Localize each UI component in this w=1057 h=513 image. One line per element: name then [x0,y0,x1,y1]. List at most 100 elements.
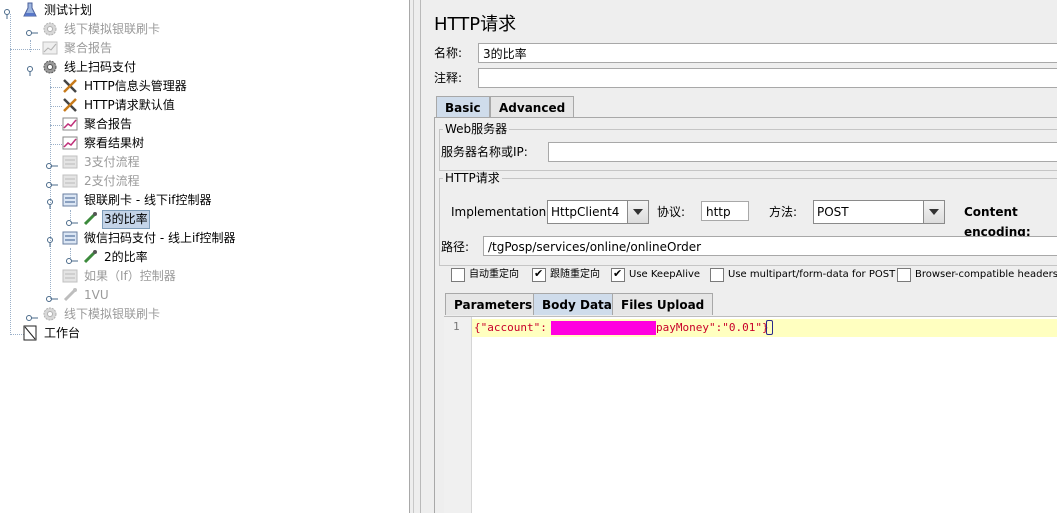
checkbox-box[interactable] [532,267,546,282]
collapse-handle-icon[interactable] [24,63,34,76]
tree-node-2-ratio[interactable]: 2的比率 [0,248,300,267]
expand-handle-icon[interactable] [26,25,38,36]
web-server-group-label: Web服务器 [443,122,510,136]
controller-icon [62,173,78,189]
protocol-field[interactable]: http [701,201,749,221]
test-plan-flask-icon [22,2,38,18]
tree-node-label: HTTP请求默认值 [84,98,175,112]
sampler-pipette-icon [82,211,98,227]
checkbox-label: 自动重定向 [469,269,519,280]
tree-node-http-header-manager[interactable]: HTTP信息头管理器 [0,77,300,96]
checkbox-label: 跟随重定向 [550,269,600,280]
tree-node-label: 测试计划 [44,3,93,17]
collapse-handle-icon[interactable] [44,196,54,209]
report-chart-icon [62,116,78,132]
sampler-pipette-icon [62,287,78,303]
controller-icon [62,192,78,208]
report-chart-icon [62,135,78,151]
tree-node-label: 聚合报告 [84,117,133,131]
wrench-tools-icon [62,78,78,94]
implementation-select[interactable]: HttpClient4 [547,200,649,224]
tab-parameters[interactable]: Parameters [445,293,542,315]
method-label: 方法: [769,205,798,219]
tree-node-2-pay-flow[interactable]: 2支付流程 [0,172,300,191]
tree-node-label: 3支付流程 [84,155,140,169]
expand-handle-icon[interactable] [4,6,14,19]
tree-node-label: 线下模拟银联刷卡 [64,22,161,36]
test-plan-tree[interactable]: 测试计划 线下模拟银联刷卡 聚合报告 线上扫码支付 HTTP信息头管理器 HTT… [0,0,410,513]
protocol-label: 协议: [657,205,686,219]
checkbox-label: Browser-compatible headers [915,269,1057,280]
tab-advanced[interactable]: Advanced [490,96,575,118]
code-text-end: payMoney":"0.01"} [656,321,769,334]
http-request-panel: HTTP请求 名称: 3的比率 注释: Basic Advanced Web服务… [420,0,1057,513]
tree-node-aggregate-report-disabled[interactable]: 聚合报告 [0,39,300,58]
implementation-label: Implementation: [451,205,551,219]
chevron-down-icon[interactable] [627,201,648,223]
checkbox-label: Use multipart/form-data for POST [728,269,896,280]
tab-basic[interactable]: Basic [436,96,490,118]
expand-handle-icon[interactable] [46,291,58,302]
tab-files-upload[interactable]: Files Upload [612,293,714,315]
tree-node-online-qr-pay[interactable]: 线上扫码支付 [0,58,300,77]
workbench-icon [22,325,38,341]
tree-node-3-ratio[interactable]: 3的比率 [0,210,300,229]
expand-handle-icon[interactable] [66,253,78,264]
bracket-match-marker [766,320,773,335]
body-data-editor[interactable]: 1 {"account": payMoney":"0.01"} [444,316,1057,513]
tree-node-label: 线上扫码支付 [64,60,137,74]
tree-node-aggregate-report[interactable]: 聚合报告 [0,115,300,134]
expand-handle-icon[interactable] [66,215,78,226]
code-text-start: {"account": [474,321,547,334]
thread-group-gear-icon [42,21,58,37]
tree-node-1vu[interactable]: 1VU [0,286,300,305]
server-field[interactable] [548,142,1057,162]
comment-label: 注释: [434,71,463,85]
redacted-block [551,321,656,335]
path-field[interactable]: /tgPosp/services/online/onlineOrder [483,236,1057,256]
tree-node-label: 察看结果树 [84,136,145,150]
chevron-down-icon[interactable] [923,201,944,223]
tree-node-label: 银联刷卡 - 线下if控制器 [84,193,212,207]
page-title: HTTP请求 [434,14,517,35]
name-field[interactable]: 3的比率 [478,43,1057,63]
tree-node-label: 2支付流程 [84,174,140,188]
checkbox-box[interactable] [710,268,724,282]
controller-icon [62,154,78,170]
checkbox-box[interactable] [451,268,465,282]
path-label: 路径: [441,240,470,254]
checkbox-box[interactable] [611,267,625,282]
tree-node-3-pay-flow[interactable]: 3支付流程 [0,153,300,172]
tree-node-if-controller[interactable]: 如果（If）控制器 [0,267,300,286]
expand-handle-icon[interactable] [26,310,38,321]
tree-node-workbench[interactable]: 工作台 [0,324,300,343]
tree-node-wechat-if-controller[interactable]: 微信扫码支付 - 线上if控制器 [0,229,300,248]
method-value: POST [817,205,849,219]
content-encoding-label: Content encoding: [964,205,1031,239]
tree-node-root[interactable]: 测试计划 [0,1,300,20]
split-pane-divider[interactable] [410,0,419,513]
wrench-tools-icon [62,97,78,113]
tree-node-view-results-tree[interactable]: 察看结果树 [0,134,300,153]
tree-node-label: HTTP信息头管理器 [84,79,187,93]
tree-node-label: 3的比率 [102,210,150,229]
comment-field[interactable] [478,68,1057,88]
expand-handle-icon[interactable] [46,177,58,188]
thread-group-gear-icon [42,59,58,75]
tree-node-offline-unionpay[interactable]: 线下模拟银联刷卡 [0,20,300,39]
thread-group-gear-icon [42,306,58,322]
method-select[interactable]: POST [813,200,945,224]
tree-node-http-request-defaults[interactable]: HTTP请求默认值 [0,96,300,115]
checkbox-box[interactable] [897,268,911,282]
tree-node-unionpay-if-controller[interactable]: 银联刷卡 - 线下if控制器 [0,191,300,210]
controller-icon [62,268,78,284]
tree-node-label: 如果（If）控制器 [84,269,176,283]
implementation-value: HttpClient4 [551,205,620,219]
collapse-handle-icon[interactable] [44,234,54,247]
tree-node-offline-unionpay-2[interactable]: 线下模拟银联刷卡 [0,305,300,324]
line-number: 1 [453,320,460,333]
tree-node-label: 工作台 [44,326,81,340]
tab-body-data[interactable]: Body Data [533,293,621,315]
expand-handle-icon[interactable] [46,158,58,169]
http-request-group-label: HTTP请求 [443,171,502,185]
